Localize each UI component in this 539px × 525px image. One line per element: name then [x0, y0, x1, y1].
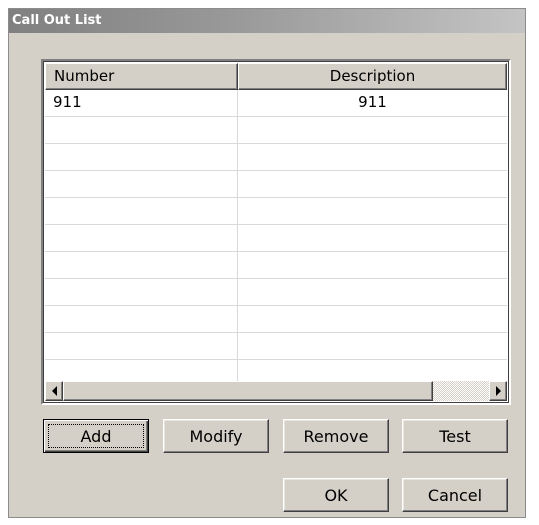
empty-row: [45, 144, 507, 171]
empty-row: [45, 279, 507, 306]
cancel-button[interactable]: Cancel: [402, 478, 508, 512]
column-header-description[interactable]: Description: [238, 63, 507, 90]
arrow-left-icon: [51, 386, 57, 396]
add-button-label: Add: [80, 426, 112, 446]
title-bar[interactable]: Call Out List: [9, 9, 525, 33]
empty-cell: [238, 198, 507, 225]
empty-cell: [238, 333, 507, 360]
table-row[interactable]: 911 911: [45, 90, 507, 117]
empty-cell: [238, 171, 507, 198]
empty-cell: [45, 117, 238, 144]
remove-button[interactable]: Remove: [283, 419, 389, 453]
empty-row: [45, 225, 507, 252]
ok-button[interactable]: OK: [283, 478, 389, 512]
ok-button-label: OK: [324, 485, 348, 505]
empty-row: [45, 333, 507, 360]
empty-cell: [45, 198, 238, 225]
call-out-list-view[interactable]: Number Description 911 911: [41, 59, 511, 405]
empty-cell: [45, 171, 238, 198]
scrollbar-thumb[interactable]: [63, 381, 433, 401]
horizontal-scrollbar[interactable]: [45, 381, 507, 401]
empty-row: [45, 198, 507, 225]
empty-cell: [238, 252, 507, 279]
empty-cell: [45, 333, 238, 360]
empty-row: [45, 117, 507, 144]
test-button-label: Test: [439, 426, 471, 446]
modify-button[interactable]: Modify: [163, 419, 269, 453]
empty-cell: [238, 144, 507, 171]
cancel-button-label: Cancel: [427, 485, 483, 505]
modify-button-label: Modify: [189, 426, 243, 446]
test-button[interactable]: Test: [402, 419, 508, 453]
cell-description[interactable]: 911: [238, 90, 507, 117]
empty-cell: [238, 117, 507, 144]
list-rows: 911 911: [45, 90, 507, 387]
list-header: Number Description: [45, 63, 507, 90]
empty-cell: [45, 144, 238, 171]
empty-row: [45, 252, 507, 279]
call-out-list-dialog: Call Out List Number Description 911 911: [8, 8, 526, 518]
scroll-left-button[interactable]: [45, 381, 63, 401]
empty-cell: [45, 306, 238, 333]
cell-number[interactable]: 911: [45, 90, 238, 117]
empty-cell: [45, 279, 238, 306]
scroll-right-button[interactable]: [489, 381, 507, 401]
add-button[interactable]: Add: [43, 419, 149, 453]
empty-cell: [45, 252, 238, 279]
empty-cell: [238, 279, 507, 306]
arrow-right-icon: [495, 386, 501, 396]
empty-cell: [45, 225, 238, 252]
remove-button-label: Remove: [303, 426, 369, 446]
empty-row: [45, 306, 507, 333]
empty-cell: [238, 306, 507, 333]
column-header-number[interactable]: Number: [45, 63, 238, 90]
empty-row: [45, 171, 507, 198]
empty-cell: [238, 225, 507, 252]
